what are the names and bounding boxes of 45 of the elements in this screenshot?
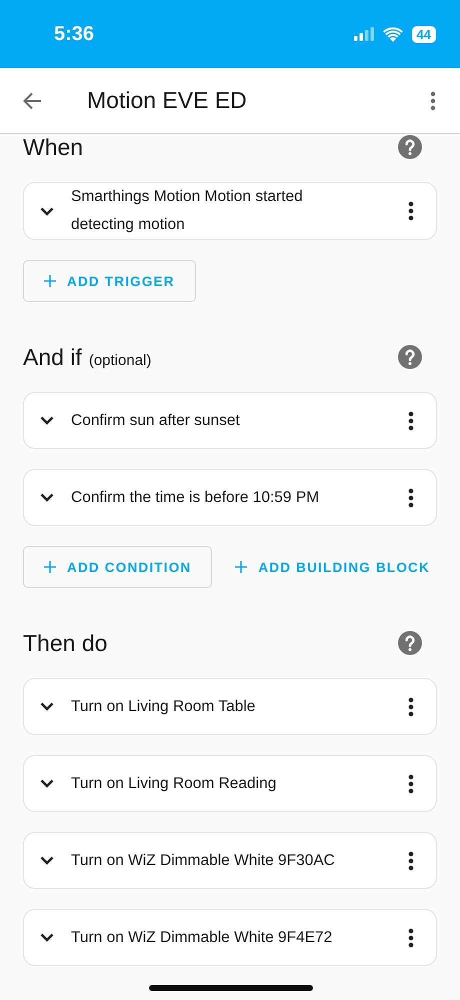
- chevron-down-icon[interactable]: [40, 206, 54, 216]
- chevron-down-icon[interactable]: [40, 779, 54, 788]
- rule-card[interactable]: Turn on WiZ Dimmable White 9F30AC: [23, 832, 437, 889]
- section-title: When: [23, 134, 84, 160]
- plus-icon: [44, 275, 56, 287]
- more-options-icon[interactable]: [408, 696, 414, 716]
- rule-card[interactable]: Confirm the time is before 10:59 PM: [23, 469, 437, 526]
- more-options-icon[interactable]: [408, 774, 414, 794]
- more-options-icon[interactable]: [408, 201, 414, 221]
- chevron-down-icon[interactable]: [40, 856, 54, 865]
- page-title: Motion EVE ED: [87, 87, 248, 114]
- section-subtitle: (optional): [88, 352, 152, 369]
- more-options-icon[interactable]: [408, 850, 414, 870]
- back-arrow-icon: [22, 92, 42, 110]
- help-icon[interactable]: [398, 345, 422, 369]
- chevron-down-icon[interactable]: [40, 416, 54, 425]
- rule-label: Turn on WiZ Dimmable White 9F30AC: [71, 850, 336, 870]
- rule-label: Turn on Living Room Table: [71, 696, 256, 716]
- rule-card[interactable]: Turn on WiZ Dimmable White 9F4E72: [23, 909, 437, 966]
- rule-label: Turn on WiZ Dimmable White 9F4E72: [71, 928, 334, 948]
- more-options-icon[interactable]: [408, 488, 414, 508]
- signal-icon: [354, 27, 374, 41]
- status-time: 5:36: [54, 22, 94, 46]
- more-options-icon: [430, 90, 436, 110]
- rule-label: Confirm sun after sunset: [71, 410, 241, 430]
- help-icon[interactable]: [398, 631, 422, 655]
- help-icon[interactable]: [398, 135, 422, 159]
- rule-label: Turn on Living Room Reading: [71, 774, 278, 794]
- plus-icon: [235, 561, 248, 573]
- rule-label: Smarthings Motion Motion started detecting motion: [71, 187, 304, 235]
- rule-card[interactable]: Confirm sun after sunset: [23, 392, 437, 449]
- chevron-down-icon[interactable]: [40, 933, 54, 942]
- more-options-icon[interactable]: [408, 410, 414, 430]
- rule-card[interactable]: Turn on Living Room Table: [23, 678, 437, 735]
- rule-card[interactable]: Smarthings Motion Motion started detecting motion: [23, 182, 437, 240]
- section-title: And if: [23, 344, 82, 370]
- more-options-icon[interactable]: [408, 928, 414, 948]
- wifi-icon: [382, 26, 403, 42]
- chevron-down-icon[interactable]: [40, 493, 54, 502]
- section-title: Then do: [23, 630, 108, 656]
- plus-icon: [44, 561, 56, 573]
- rule-label: Confirm the time is before 10:59 PM: [71, 488, 320, 508]
- chevron-down-icon[interactable]: [40, 702, 54, 711]
- battery-indicator: 44: [412, 26, 436, 42]
- rule-card[interactable]: Turn on Living Room Reading: [23, 755, 437, 812]
